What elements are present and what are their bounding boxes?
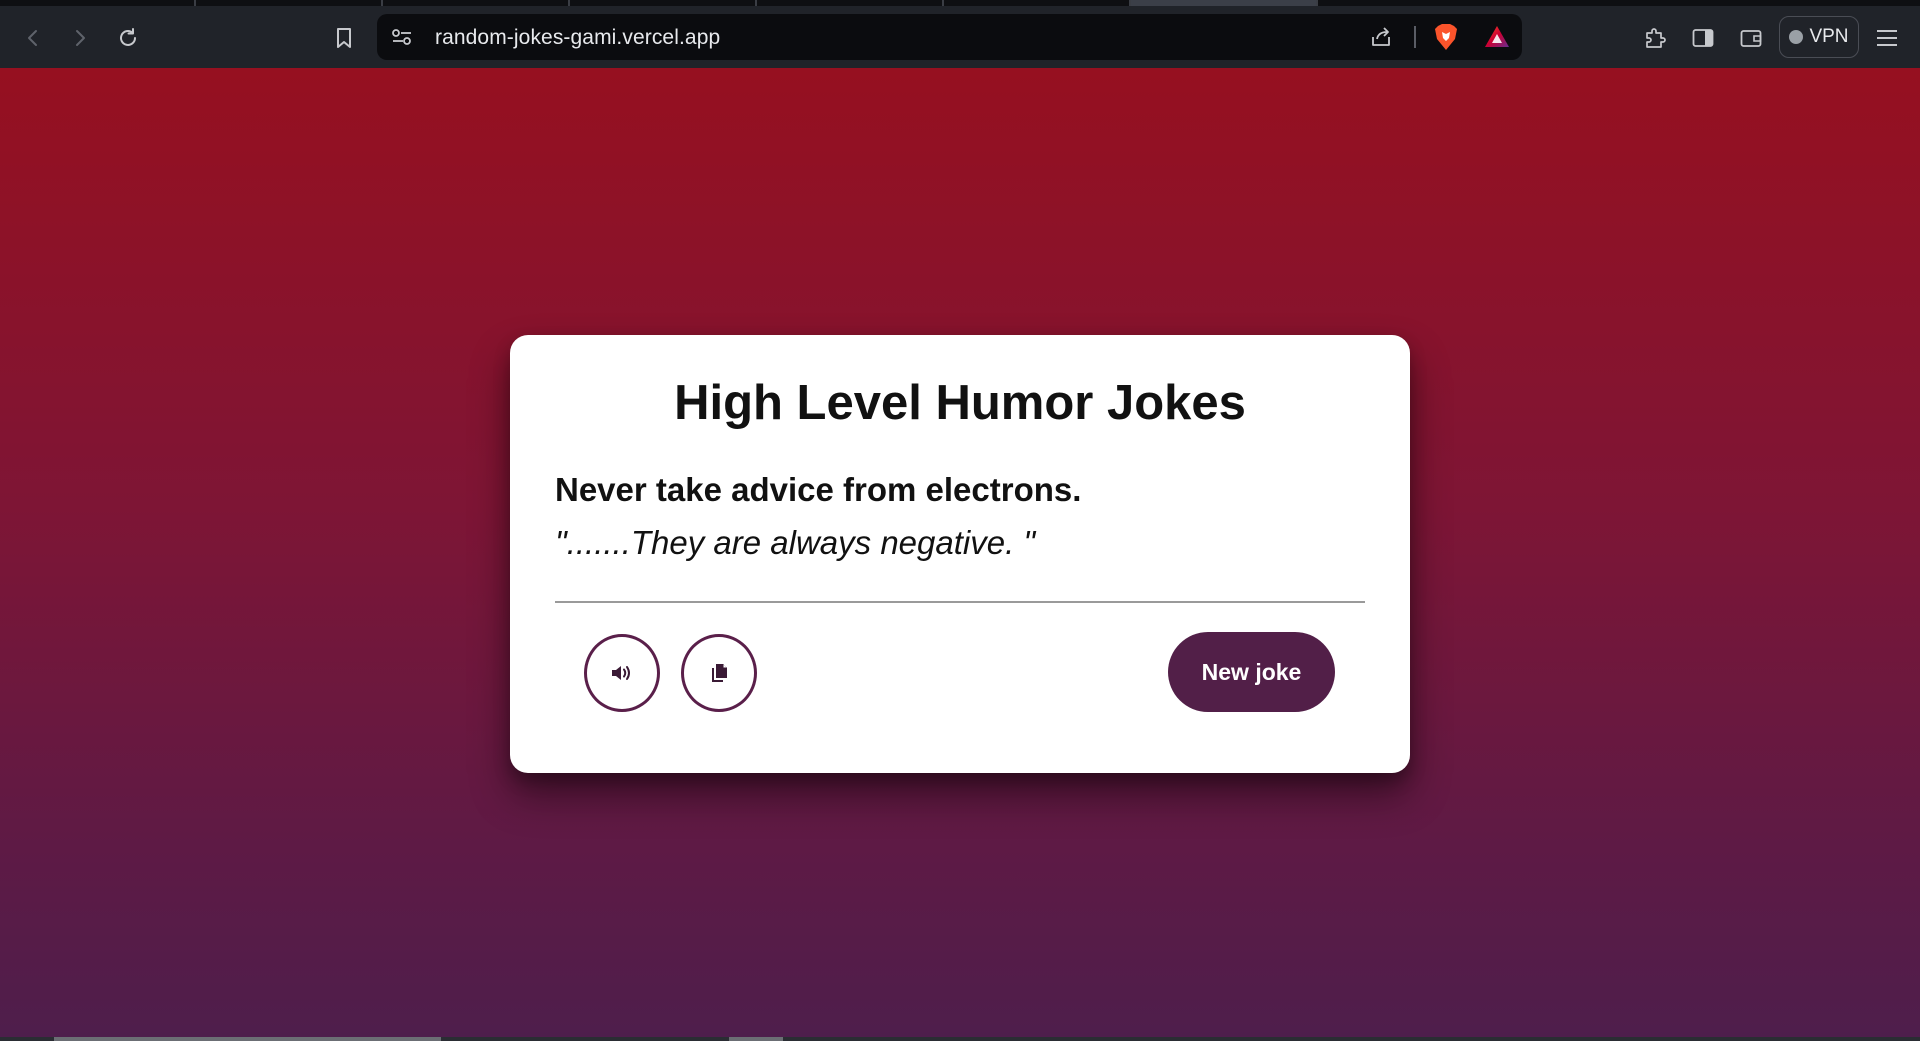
joke-punchline: ".......They are always negative. " xyxy=(555,524,1036,561)
scrollbar-marker xyxy=(729,1037,783,1041)
menu-button[interactable] xyxy=(1869,20,1905,56)
sidebar-icon xyxy=(1692,29,1714,47)
sidebar-button[interactable] xyxy=(1685,20,1721,56)
brave-shields-icon[interactable] xyxy=(1434,23,1458,51)
extensions-button[interactable] xyxy=(1637,20,1673,56)
vpn-status-icon xyxy=(1789,30,1804,44)
forward-button[interactable] xyxy=(62,20,98,56)
reload-button[interactable] xyxy=(110,20,146,56)
reload-icon xyxy=(120,28,136,46)
copy-button[interactable] xyxy=(681,634,757,712)
page-background: High Level Humor Jokes Never take advice… xyxy=(0,68,1920,1041)
back-icon xyxy=(28,30,37,46)
hamburger-menu-icon xyxy=(1877,30,1897,46)
bookmark-button[interactable] xyxy=(326,20,362,56)
vpn-button[interactable]: VPN xyxy=(1779,16,1859,58)
wallet-button[interactable] xyxy=(1733,20,1769,56)
joke-card: High Level Humor Jokes Never take advice… xyxy=(510,335,1410,773)
horizontal-scrollbar[interactable] xyxy=(0,1037,1920,1041)
brave-rewards-icon[interactable] xyxy=(1484,25,1510,49)
forward-icon xyxy=(76,30,85,46)
copy-icon xyxy=(712,664,727,682)
speak-button[interactable] xyxy=(584,634,660,712)
site-settings-icon[interactable] xyxy=(391,27,413,47)
wallet-icon xyxy=(1740,30,1762,47)
joke-setup: Never take advice from electrons. xyxy=(555,471,1082,508)
new-joke-button[interactable]: New joke xyxy=(1168,632,1335,712)
divider xyxy=(555,601,1365,603)
address-bar[interactable]: random-jokes-gami.vercel.app xyxy=(377,14,1522,60)
share-icon[interactable] xyxy=(1369,25,1393,49)
bookmark-icon xyxy=(337,28,351,48)
page-title: High Level Humor Jokes xyxy=(674,376,1246,430)
scrollbar-thumb[interactable] xyxy=(54,1037,441,1041)
puzzle-icon xyxy=(1646,28,1666,48)
url-text[interactable]: random-jokes-gami.vercel.app xyxy=(435,26,720,50)
browser-toolbar: random-jokes-gami.vercel.app VPN xyxy=(0,6,1920,68)
volume-icon xyxy=(612,666,630,680)
omnibox-separator xyxy=(1414,26,1416,48)
vpn-label: VPN xyxy=(1809,26,1849,47)
back-button[interactable] xyxy=(15,20,51,56)
